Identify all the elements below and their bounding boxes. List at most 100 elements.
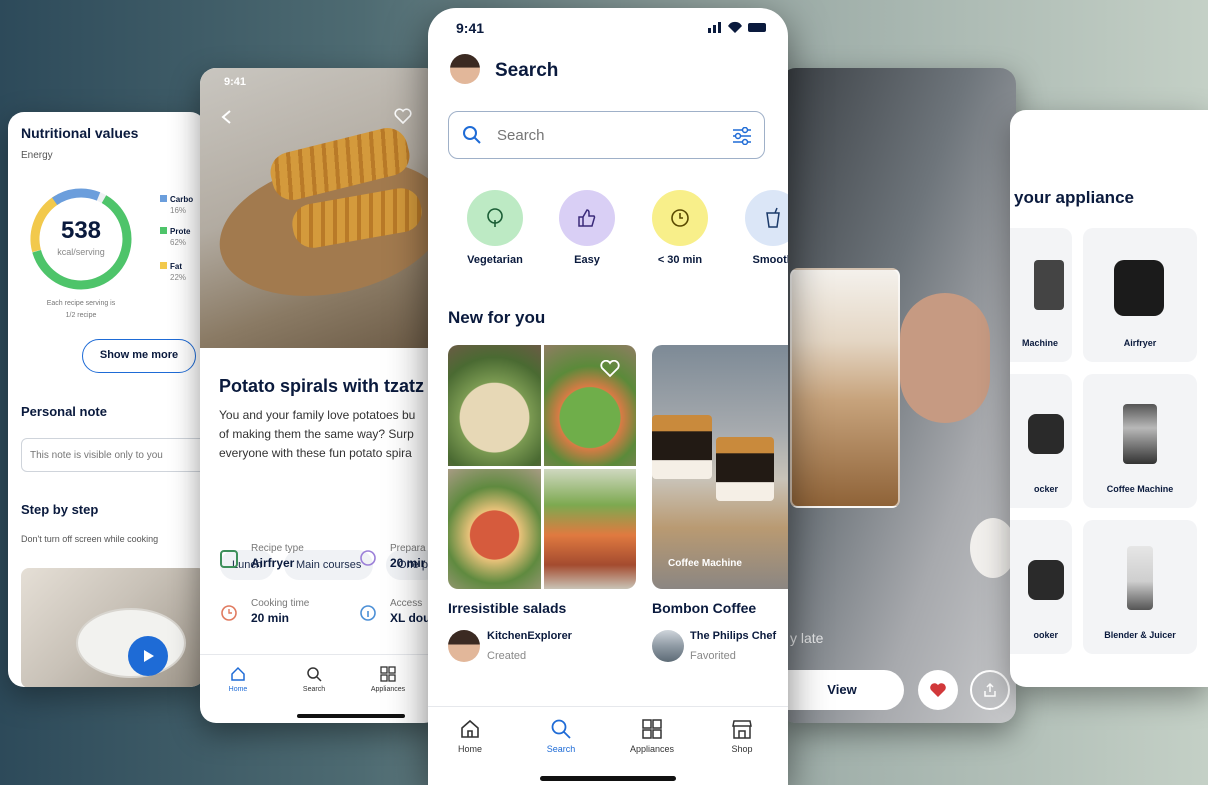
search-input[interactable] xyxy=(497,123,717,147)
recipe-screen: 9:41 Potato spirals with tzatz You and y… xyxy=(200,68,440,723)
thumbs-up-icon xyxy=(578,209,596,227)
nav-divider xyxy=(428,706,788,707)
card-title[interactable]: Irresistible salads xyxy=(448,600,566,616)
nutrition-screen: Nutritional values Energy 538 kcal/servi… xyxy=(8,112,206,687)
hand-image xyxy=(900,293,990,423)
salad-photo xyxy=(448,468,541,589)
author-status: Created xyxy=(487,650,527,662)
appliance-tile[interactable]: Blender & Juicer xyxy=(1083,520,1197,654)
screen-on-note: Don't turn off screen while cooking xyxy=(21,534,159,544)
legend-carbs: Carbo 16% xyxy=(160,194,193,216)
appliance-screen: your appliance Machine Airfryer ocker Co… xyxy=(1010,110,1208,687)
meta-cooking-time: Cooking time 20 min xyxy=(251,598,310,625)
smoothie-icon xyxy=(766,207,780,228)
status-icons xyxy=(708,21,766,33)
nav-search[interactable]: Search xyxy=(531,718,591,754)
share-button[interactable] xyxy=(970,670,1010,710)
category-label: < 30 min xyxy=(657,254,703,266)
status-time: 9:41 xyxy=(224,76,247,88)
home-indicator xyxy=(540,776,676,781)
category-easy[interactable] xyxy=(559,190,615,246)
search-icon xyxy=(307,667,322,682)
nav-search[interactable]: Search xyxy=(284,666,344,693)
coffee-machine-image xyxy=(1123,404,1157,464)
appliance-tile[interactable]: ocker xyxy=(1010,374,1072,508)
card-overlay-label: Coffee Machine xyxy=(668,558,742,569)
recipe-title: Potato spirals with tzatz xyxy=(219,376,425,396)
legend-protein: Prote 62% xyxy=(160,226,190,248)
search-icon xyxy=(463,126,481,144)
home-icon xyxy=(231,666,245,681)
coffee-screen: y late View xyxy=(780,68,1016,723)
coffee-glass xyxy=(716,437,774,501)
nav-shop[interactable]: Shop xyxy=(712,718,772,754)
author-name[interactable]: The Philips Chef xyxy=(690,630,776,642)
nutrition-title: Nutritional values xyxy=(21,125,139,141)
category-quick[interactable] xyxy=(652,190,708,246)
avatar[interactable] xyxy=(450,54,480,84)
coffee-card-image[interactable]: Coffee Machine xyxy=(652,345,788,589)
meta-preparation: Prepara 20 mir xyxy=(390,543,426,570)
home-icon xyxy=(461,719,479,738)
view-button[interactable]: View xyxy=(780,670,904,710)
calories-value: 538 xyxy=(60,217,102,244)
coffee-glass xyxy=(652,415,712,479)
meta-recipe-type: Recipe type Airfryer xyxy=(251,543,304,570)
blender-image xyxy=(1127,546,1153,610)
author-avatar xyxy=(448,630,480,662)
heart-icon[interactable] xyxy=(394,108,412,124)
section-title: New for you xyxy=(448,308,546,327)
play-button[interactable] xyxy=(128,636,168,676)
author-name[interactable]: KitchenExplorer xyxy=(487,630,572,642)
appliance-title: your appliance xyxy=(1014,188,1134,207)
category-label: Vegetarian xyxy=(467,254,523,266)
salad-photo xyxy=(448,345,541,466)
heart-icon[interactable] xyxy=(600,360,620,378)
show-more-button[interactable]: Show me more xyxy=(82,339,196,373)
category-vegetarian[interactable] xyxy=(467,190,523,246)
appliances-icon xyxy=(380,666,396,682)
category-smoothie[interactable] xyxy=(745,190,788,246)
carbs-swatch xyxy=(160,195,167,202)
shop-icon xyxy=(732,720,752,739)
recipe-description: You and your family love potatoes bu of m… xyxy=(219,408,416,460)
appliance-tile[interactable]: Machine xyxy=(1010,228,1072,362)
appliance-image xyxy=(1034,260,1064,310)
heart-filled-icon xyxy=(930,683,946,697)
appliance-tile[interactable]: ooker xyxy=(1010,520,1072,654)
nav-appliances[interactable]: Appliances xyxy=(622,718,682,754)
appliance-tile[interactable]: Coffee Machine xyxy=(1083,374,1197,508)
salad-card-image[interactable] xyxy=(448,345,636,589)
info-icon xyxy=(360,605,376,621)
appliance-tile[interactable]: Airfryer xyxy=(1083,228,1197,362)
back-icon[interactable] xyxy=(220,110,234,124)
search-bar[interactable] xyxy=(448,111,765,159)
play-icon xyxy=(144,650,154,662)
legend-fat: Fat 22% xyxy=(160,261,186,283)
search-screen: 9:41 Search Vegetarian Easy < 30 min Smo… xyxy=(428,8,788,785)
salad-photo xyxy=(543,345,636,466)
card-title[interactable]: Bombon Coffee xyxy=(652,600,756,616)
personal-note-input[interactable] xyxy=(21,438,206,472)
nav-divider xyxy=(200,654,440,655)
energy-label: Energy xyxy=(21,150,53,161)
serving-note: Each recipe serving is 1/2 recipe xyxy=(46,300,116,319)
recipe-type-icon xyxy=(220,550,238,568)
nav-home[interactable]: Home xyxy=(440,718,500,754)
salad-photo xyxy=(543,468,636,589)
filter-icon[interactable] xyxy=(732,127,752,145)
author-avatar xyxy=(652,630,684,662)
step-video[interactable] xyxy=(21,568,206,687)
step-by-step-title: Step by step xyxy=(21,502,99,517)
appliance-image xyxy=(1028,414,1064,454)
personal-note-title: Personal note xyxy=(21,404,107,419)
nav-home[interactable]: Home xyxy=(208,666,268,693)
coffee-caption: y late xyxy=(790,630,824,646)
status-time: 9:41 xyxy=(456,20,485,36)
category-label: Smooth xyxy=(752,254,788,266)
appliances-icon xyxy=(642,719,662,739)
category-label: Easy xyxy=(574,254,600,266)
nav-appliances[interactable]: Appliances xyxy=(358,666,418,693)
clock-icon xyxy=(671,209,689,227)
favorite-button[interactable] xyxy=(918,670,958,710)
